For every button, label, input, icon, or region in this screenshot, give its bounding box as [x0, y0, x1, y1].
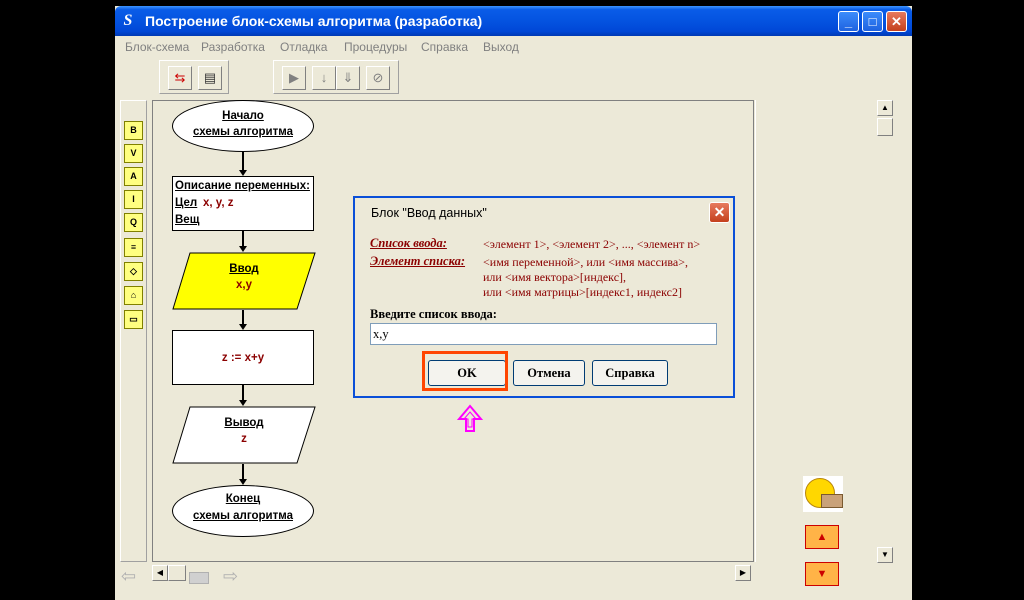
palette-input-icon[interactable]: I	[124, 190, 143, 209]
stop-icon[interactable]: ⊘	[366, 66, 390, 90]
scroll-left-icon[interactable]: ◀	[152, 565, 168, 581]
palette-declare-icon[interactable]: V	[124, 144, 143, 163]
ok-button-highlight	[422, 351, 508, 391]
declare-block[interactable]: Описание переменных: Цел x, y, z Вещ	[172, 176, 314, 231]
close-button[interactable]: ✕	[886, 11, 907, 32]
flow-arrow	[242, 152, 244, 172]
cancel-button[interactable]: Отмена	[513, 360, 585, 386]
scroll-down-icon[interactable]: ▼	[877, 547, 893, 563]
input-block-text: Ввод x,y	[172, 263, 316, 291]
scroll-right-icon[interactable]: ▶	[735, 565, 751, 581]
process-expression: z := x+y	[221, 352, 265, 364]
toolbar-group-edit: ⇆ ▤	[159, 60, 229, 94]
menu-item-exit[interactable]: Выход	[483, 40, 519, 54]
window-title: Построение блок-схемы алгоритма (разрабо…	[145, 13, 483, 29]
minimize-button[interactable]: _	[838, 11, 859, 32]
menu-item-flowchart[interactable]: Блок-схема	[125, 40, 189, 54]
palette-list-icon[interactable]: ≡	[124, 238, 143, 257]
input-dialog: Блок "Ввод данных" ✕ Список ввода: <элем…	[353, 196, 735, 398]
book-icon	[821, 494, 843, 508]
palette-start-icon[interactable]: B	[124, 121, 143, 140]
step-into-icon[interactable]: ⇓	[336, 66, 360, 90]
output-block-title: Вывод	[224, 417, 264, 429]
input-block-vars: x,y	[236, 279, 252, 291]
pointer-cursor-icon	[457, 404, 483, 432]
tile-icon[interactable]	[189, 572, 209, 584]
end-sublabel: схемы алгоритма	[193, 510, 293, 522]
input-list-key: Список ввода:	[370, 236, 447, 250]
input-prompt: Введите список ввода:	[370, 307, 497, 321]
end-terminator[interactable]: Конец схемы алгоритма	[172, 485, 314, 537]
declare-vars-int: x, y, z	[203, 197, 234, 209]
vertical-scrollbar[interactable]: ▲ ▼	[877, 100, 894, 564]
forward-arrow-icon[interactable]: ⇨	[223, 566, 238, 587]
scroll-thumb[interactable]	[877, 118, 893, 136]
scroll-up-icon[interactable]: ▲	[877, 100, 893, 116]
app-icon: S	[123, 12, 133, 29]
menu-item-help[interactable]: Справка	[421, 40, 468, 54]
output-block-text: Вывод z	[172, 417, 316, 445]
menu-item-develop[interactable]: Разработка	[201, 40, 265, 54]
start-terminator[interactable]: Начало схемы алгоритма	[172, 100, 314, 152]
toolbar-group-run: ▶ ↓ ⇓ ⊘	[273, 60, 399, 94]
palette-output-icon[interactable]: Q	[124, 213, 143, 232]
start-label: Начало	[222, 110, 264, 122]
block-palette: B V A I Q ≡ ◇ ⌂ ▭	[120, 100, 147, 562]
palette-assign-icon[interactable]: A	[124, 167, 143, 186]
declare-type-real: Вещ	[175, 214, 200, 226]
process-block[interactable]: z := x+y	[172, 330, 314, 385]
input-block-title: Ввод	[229, 263, 259, 275]
back-arrow-icon[interactable]: ⇦	[121, 566, 136, 587]
palette-loop-icon[interactable]: ⌂	[124, 286, 143, 305]
list-element-syntax-1: <имя переменной>, или <имя массива>,	[483, 255, 688, 269]
menu-item-procedures[interactable]: Процедуры	[344, 40, 407, 54]
output-block-vars: z	[241, 433, 247, 445]
palette-condition-icon[interactable]: ◇	[124, 262, 143, 281]
dialog-title-bar[interactable]: Блок "Ввод данных" ✕	[355, 198, 733, 226]
toolbar: ⇆ ▤ ▶ ↓ ⇓ ⊘	[115, 58, 912, 98]
dialog-close-icon[interactable]: ✕	[709, 202, 730, 223]
hscroll-thumb[interactable]	[168, 565, 186, 581]
page-up-icon[interactable]: ▲	[805, 525, 839, 549]
assistant-icon[interactable]	[803, 476, 843, 512]
declare-title: Описание переменных:	[175, 180, 310, 192]
page-down-icon[interactable]: ▼	[805, 562, 839, 586]
swap-icon[interactable]: ⇆	[168, 66, 192, 90]
step-over-icon[interactable]: ↓	[312, 66, 336, 90]
title-bar[interactable]: S Построение блок-схемы алгоритма (разра…	[115, 6, 912, 36]
list-element-syntax-3: или <имя матрицы>[индекс1, индекс2]	[483, 285, 682, 299]
dialog-title: Блок "Ввод данных"	[371, 206, 487, 220]
start-sublabel: схемы алгоритма	[193, 126, 293, 138]
list-element-syntax-2: или <имя вектора>[индекс],	[483, 270, 627, 284]
maximize-button[interactable]: □	[862, 11, 883, 32]
menu-bar: Блок-схема Разработка Отладка Процедуры …	[115, 36, 912, 58]
declare-type-int: Цел	[175, 197, 198, 209]
document-icon[interactable]: ▤	[198, 66, 222, 90]
horizontal-scrollbar[interactable]: ◀ ▶	[152, 565, 754, 582]
end-label: Конец	[225, 493, 261, 505]
run-icon[interactable]: ▶	[282, 66, 306, 90]
help-button[interactable]: Справка	[592, 360, 668, 386]
menu-item-debug[interactable]: Отладка	[280, 40, 327, 54]
list-element-key: Элемент списка:	[370, 254, 466, 268]
palette-procedure-icon[interactable]: ▭	[124, 310, 143, 329]
input-list-field[interactable]: x,y	[370, 323, 717, 345]
input-list-syntax: <элемент 1>, <элемент 2>, ..., <элемент …	[483, 237, 701, 251]
